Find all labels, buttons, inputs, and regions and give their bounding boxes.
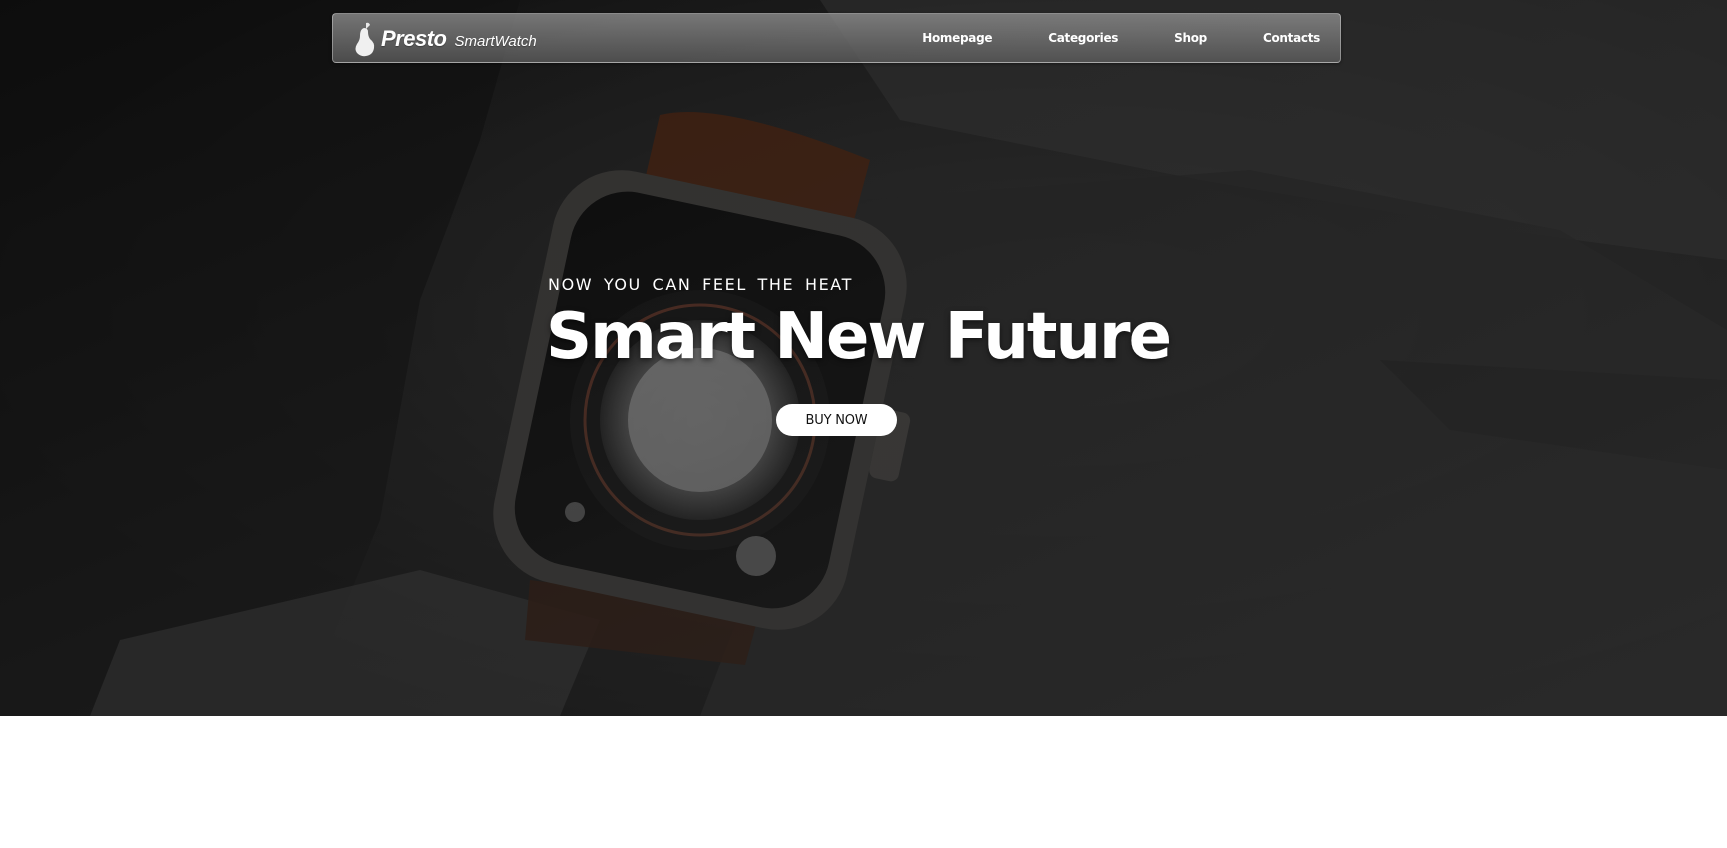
nav-item-categories[interactable]: Categories: [1048, 31, 1118, 45]
top-navbar: Presto SmartWatch Homepage Categories Sh…: [332, 13, 1341, 63]
hero-tagline: NOW YOU CAN FEEL THE HEAT: [548, 275, 853, 294]
pear-icon: [355, 22, 375, 57]
hero-section: Presto SmartWatch Homepage Categories Sh…: [0, 0, 1727, 716]
brand-name: Presto: [381, 26, 447, 51]
brand-logo[interactable]: Presto SmartWatch: [351, 20, 537, 58]
nav-item-shop[interactable]: Shop: [1174, 31, 1207, 45]
buy-now-button[interactable]: BUY NOW: [776, 404, 897, 436]
brand-subtitle: SmartWatch: [454, 32, 537, 50]
nav-item-homepage[interactable]: Homepage: [922, 31, 992, 45]
nav-item-contacts[interactable]: Contacts: [1263, 31, 1320, 45]
hero-headline: Smart New Future: [546, 300, 1172, 374]
content-area-blank: [0, 716, 1727, 848]
nav-menu: Homepage Categories Shop Contacts: [922, 14, 1320, 62]
